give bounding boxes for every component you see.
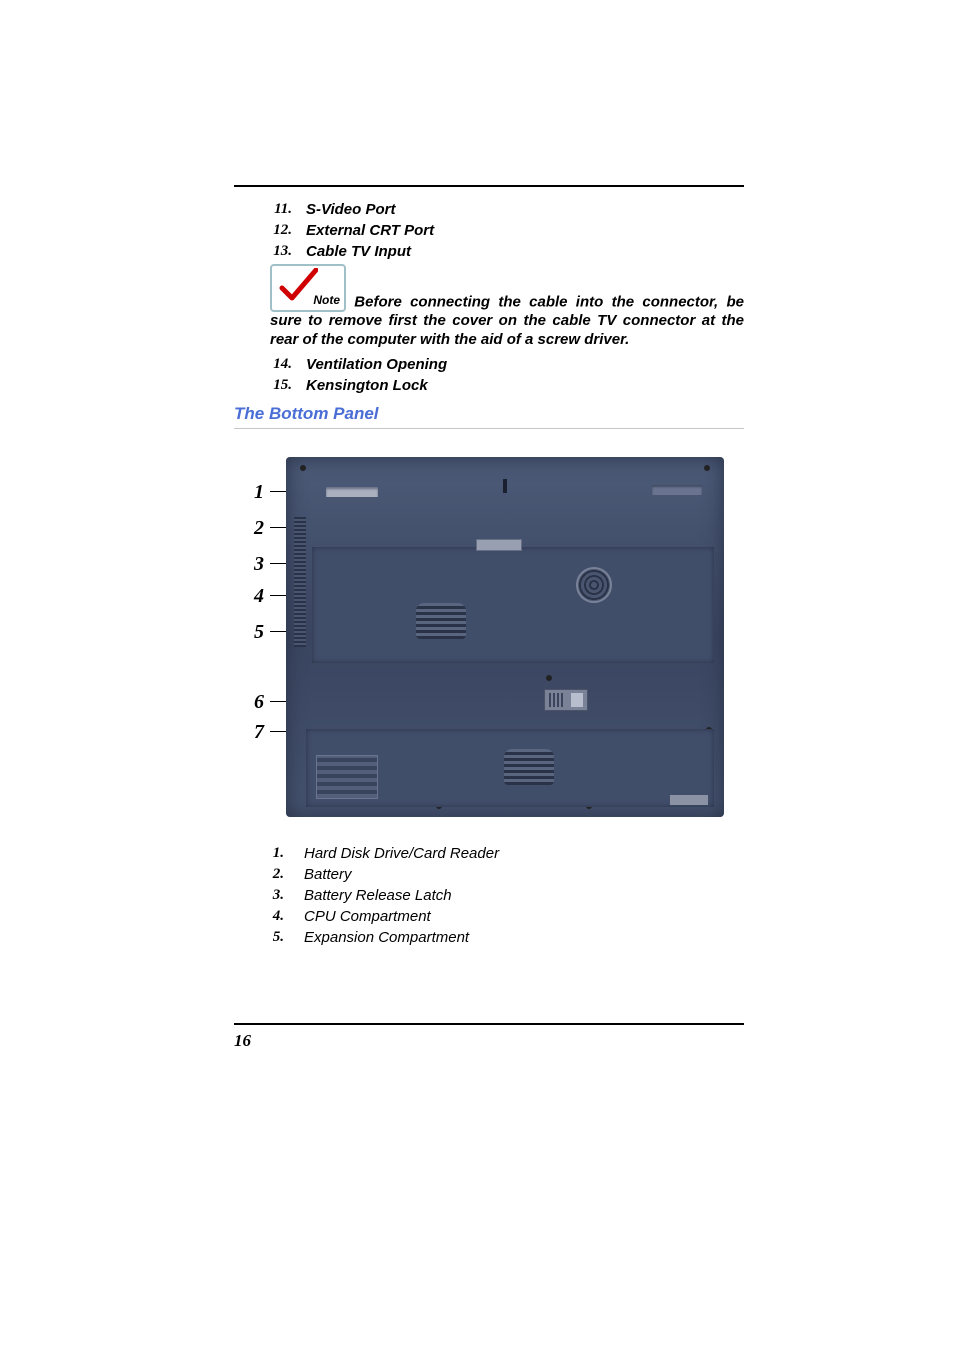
top-rule (234, 185, 744, 187)
screw-icon (300, 465, 306, 471)
list-label: Expansion Compartment (304, 929, 469, 946)
list-label: S-Video Port (306, 201, 395, 218)
list-item: 4. CPU Compartment (270, 908, 744, 925)
content-area: 11. S-Video Port 12. External CRT Port 1… (234, 185, 744, 950)
list-item: 13. Cable TV Input (270, 243, 744, 260)
upper-list-2: 14. Ventilation Opening 15. Kensington L… (270, 356, 744, 394)
callout-4: 4 (254, 585, 264, 608)
screw-icon (546, 675, 552, 681)
bottom-rule (234, 1023, 744, 1025)
note-icon-label: Note (313, 293, 340, 308)
list-item: 1. Hard Disk Drive/Card Reader (270, 845, 744, 862)
battery-compartment (312, 547, 714, 663)
section-underline (234, 428, 744, 429)
expansion-slot (544, 689, 588, 711)
document-page: 11. S-Video Port 12. External CRT Port 1… (0, 0, 954, 1351)
side-grill (294, 517, 306, 647)
page-footer: 16 (234, 1023, 744, 1051)
list-item: 3. Battery Release Latch (270, 887, 744, 904)
top-slot (503, 479, 507, 493)
hdd-bay (326, 487, 378, 497)
list-num: 5. (270, 929, 284, 946)
list-item: 14. Ventilation Opening (270, 356, 744, 373)
list-item: 12. External CRT Port (270, 222, 744, 239)
list-num: 11. (270, 201, 292, 218)
list-num: 3. (270, 887, 284, 904)
list-label: Cable TV Input (306, 243, 411, 260)
cpu-fan-vent (416, 603, 466, 639)
rubber-foot (670, 795, 708, 805)
page-number: 16 (234, 1031, 744, 1051)
callout-2: 2 (254, 517, 264, 540)
lower-list: 1. Hard Disk Drive/Card Reader 2. Batter… (270, 845, 744, 946)
list-label: External CRT Port (306, 222, 434, 239)
list-label: CPU Compartment (304, 908, 431, 925)
battery-latch (476, 539, 522, 551)
list-label: Battery Release Latch (304, 887, 452, 904)
callout-5: 5 (254, 621, 264, 644)
callout-7: 7 (254, 721, 264, 744)
note-checkmark-icon: Note (270, 264, 346, 312)
list-label: Hard Disk Drive/Card Reader (304, 845, 499, 862)
list-item: 11. S-Video Port (270, 201, 744, 218)
list-num: 15. (270, 377, 292, 394)
callout-6: 6 (254, 691, 264, 714)
list-num: 14. (270, 356, 292, 373)
info-label-pad (316, 755, 378, 799)
upper-list: 11. S-Video Port 12. External CRT Port 1… (270, 201, 744, 260)
diagram-callout-labels: 1 2 3 4 5 6 7 (254, 457, 280, 817)
list-num: 4. (270, 908, 284, 925)
list-num: 13. (270, 243, 292, 260)
speaker-grill (576, 567, 612, 603)
note-block: Note Before connecting the cable into th… (270, 264, 744, 350)
list-item: 2. Battery (270, 866, 744, 883)
section-title: The Bottom Panel (234, 404, 744, 424)
list-num: 12. (270, 222, 292, 239)
list-num: 1. (270, 845, 284, 862)
laptop-bottom-panel (286, 457, 724, 817)
list-item: 5. Expansion Compartment (270, 929, 744, 946)
bottom-panel-diagram: 1 2 3 4 5 6 7 (254, 457, 724, 817)
list-num: 2. (270, 866, 284, 883)
list-label: Battery (304, 866, 352, 883)
callout-3: 3 (254, 553, 264, 576)
screw-icon (704, 465, 710, 471)
list-label: Ventilation Opening (306, 356, 447, 373)
callout-1: 1 (254, 481, 264, 504)
list-label: Kensington Lock (306, 377, 428, 394)
list-item: 15. Kensington Lock (270, 377, 744, 394)
fan-vent-2 (504, 749, 554, 785)
card-reader-bay (652, 485, 702, 495)
